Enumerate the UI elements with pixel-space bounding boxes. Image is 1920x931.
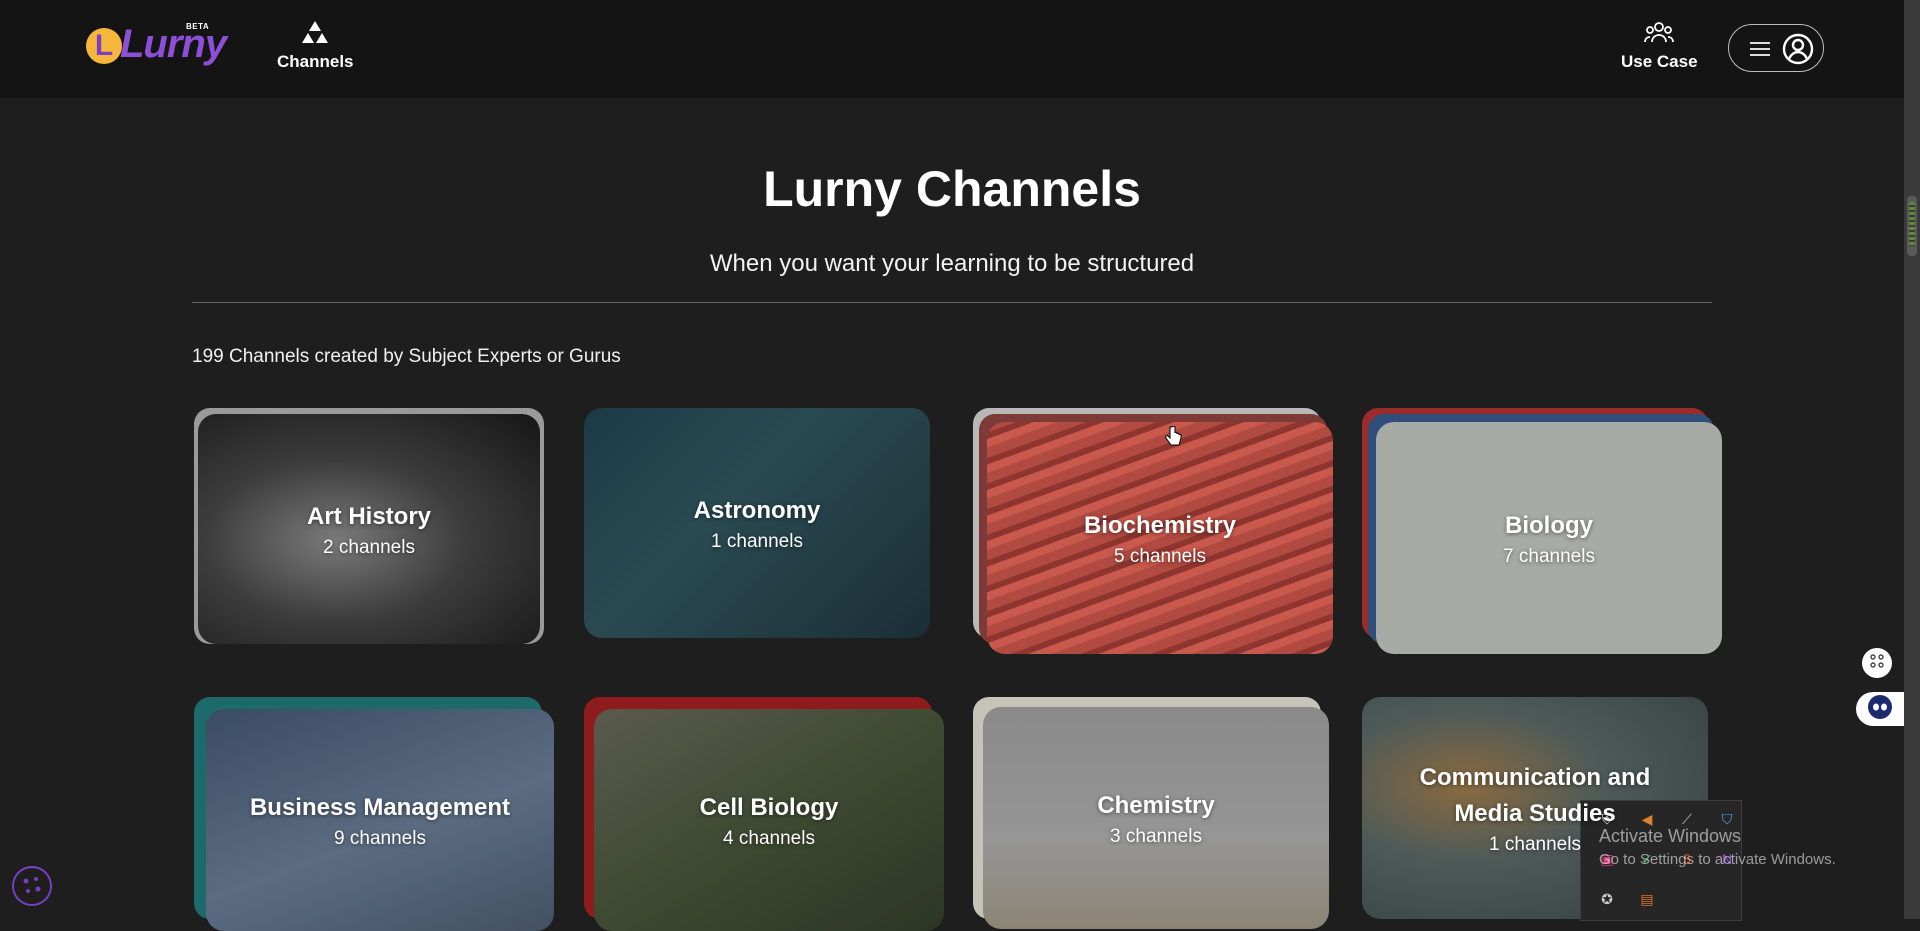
card-title: Astronomy — [693, 497, 821, 524]
card-title: Art History — [306, 503, 432, 530]
shortcut-icon — [1869, 653, 1885, 674]
card-face: Business Management 9 channels — [206, 709, 554, 931]
channel-count-text: 199 Channels created by Subject Experts … — [192, 346, 621, 367]
card-title: Biology — [1505, 512, 1593, 539]
card-title: Communication and Media Studies — [1419, 764, 1651, 827]
card-title: Chemistry — [1097, 792, 1215, 819]
card-count: 4 channels — [723, 828, 815, 849]
channel-card-chemistry[interactable]: Chemistry 3 channels — [973, 697, 1335, 929]
document-icon[interactable]: ▤ — [1639, 891, 1655, 907]
card-count: 3 channels — [1110, 826, 1202, 847]
card-face: Astronomy 1 channels — [584, 408, 930, 638]
card-count: 7 channels — [1503, 546, 1595, 567]
card-face: Biology 7 channels — [1376, 422, 1722, 654]
lurny-logo[interactable]: L Lurny BETA — [86, 22, 227, 76]
hand-cursor-icon — [1164, 425, 1182, 453]
card-title: Business Management — [249, 794, 511, 821]
nav-use-case[interactable]: Use Case — [1621, 20, 1698, 72]
page-title: Lurny Channels — [763, 161, 1141, 217]
shortcut-button[interactable] — [1862, 648, 1892, 678]
use-case-icon — [1621, 20, 1698, 46]
channel-card-art-history[interactable]: Art History 2 channels — [194, 408, 546, 648]
account-menu-button[interactable] — [1728, 24, 1824, 72]
hamburger-icon — [1749, 40, 1771, 63]
channel-card-biochemistry[interactable]: Biochemistry 5 channels — [973, 408, 1335, 656]
logo-letter: L — [86, 28, 122, 64]
card-count: 5 channels — [1114, 546, 1206, 567]
card-count: 9 channels — [334, 828, 426, 849]
logo-text: Lurny — [120, 22, 227, 66]
assistant-button[interactable] — [1856, 692, 1904, 726]
card-title: Biochemistry — [1083, 512, 1237, 539]
card-count: 2 channels — [323, 537, 415, 558]
user-circle-icon — [1782, 33, 1814, 70]
card-face: Chemistry 3 channels — [983, 707, 1329, 929]
nav-channels-label: Channels — [277, 52, 354, 71]
divider — [192, 302, 1712, 303]
beta-badge: BETA — [186, 22, 210, 31]
channels-icon — [277, 20, 354, 46]
assistant-icon — [1867, 694, 1893, 725]
channel-card-biology[interactable]: Biology 7 channels — [1362, 408, 1724, 656]
top-navigation-bar: L Lurny BETA Channels Use Case — [0, 0, 1904, 98]
defender-icon[interactable]: ⛉ — [1719, 811, 1735, 827]
channel-card-astronomy[interactable]: Astronomy 1 channels — [584, 408, 932, 640]
channel-card-business-management[interactable]: Business Management 9 channels — [194, 697, 556, 931]
scroll-marker — [1909, 202, 1915, 246]
card-count: 1 channels — [1489, 834, 1581, 855]
page-subtitle: When you want your learning to be struct… — [709, 250, 1195, 277]
card-face: Biochemistry 5 channels — [987, 422, 1333, 654]
card-count: 1 channels — [711, 531, 803, 552]
activate-windows-subtitle: Go to Settings to activate Windows. — [1599, 851, 1836, 868]
card-face: Cell Biology 4 channels — [594, 709, 944, 931]
card-face: Art History 2 channels — [198, 414, 540, 644]
channel-card-cell-biology[interactable]: Cell Biology 4 channels — [584, 697, 946, 931]
star-icon[interactable]: ✪ — [1599, 891, 1615, 907]
card-title: Cell Biology — [699, 794, 839, 821]
page-scrollbar[interactable] — [1904, 0, 1920, 919]
network-icon[interactable]: ⟋ — [1679, 811, 1695, 827]
cookie-settings-button[interactable] — [12, 866, 52, 906]
nav-channels[interactable]: Channels — [277, 20, 354, 72]
nav-use-case-label: Use Case — [1621, 52, 1698, 71]
